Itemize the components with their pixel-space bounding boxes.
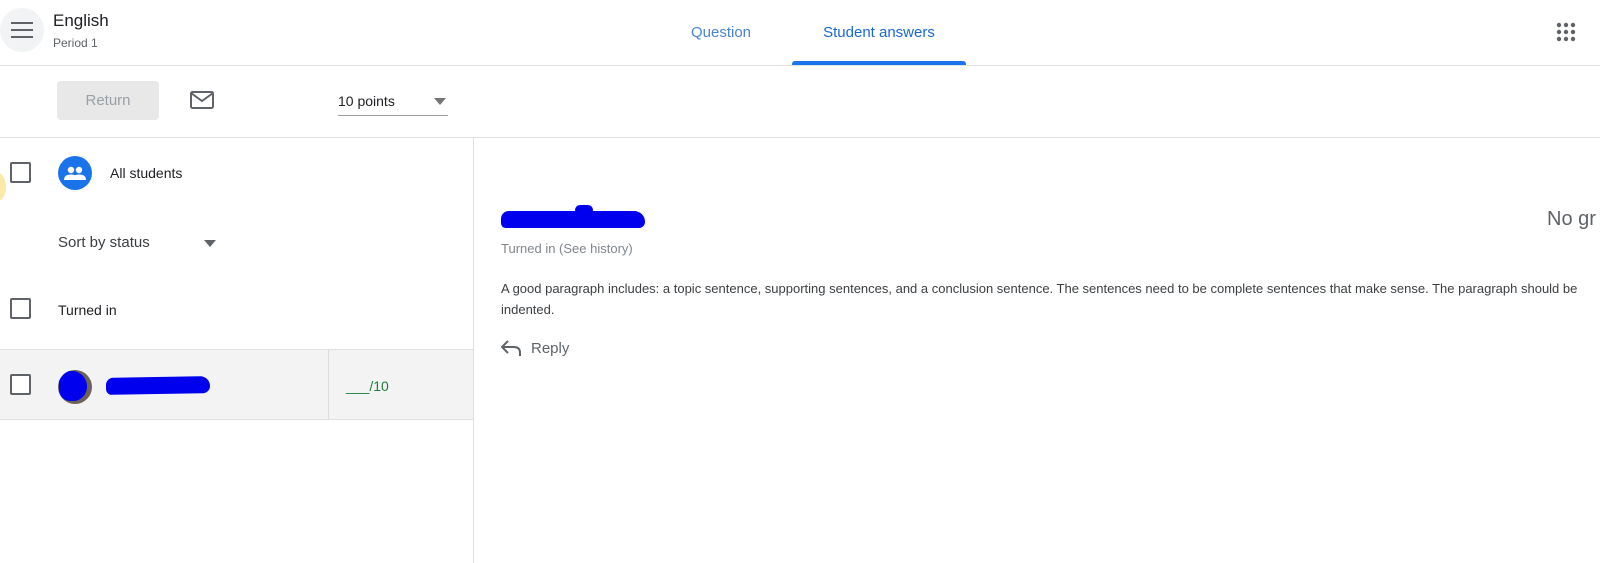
dropdown-arrow-icon — [434, 98, 446, 105]
classroom-grading-page: English Period 1 Question Student answer… — [0, 0, 1600, 563]
class-title[interactable]: English — [53, 11, 109, 31]
turned-in-status-link[interactable]: Turned in (See history) — [501, 241, 633, 256]
redacted-student-name — [105, 376, 211, 395]
active-tab-indicator — [792, 61, 966, 65]
redaction-mark — [59, 371, 87, 401]
grade-status: No gr — [1547, 208, 1596, 230]
student-grade-field[interactable]: ___/10 — [346, 378, 389, 394]
hamburger-menu-icon — [11, 22, 33, 38]
turned-in-group-label: Turned in — [58, 302, 117, 318]
main-menu-button[interactable] — [0, 8, 44, 52]
cursor-highlight — [0, 172, 6, 202]
row-divider — [328, 350, 329, 419]
student-answer-text: A good paragraph includes: a topic sente… — [501, 281, 1578, 317]
sort-label: Sort by status — [58, 234, 150, 251]
select-turned-in-checkbox[interactable] — [10, 298, 31, 319]
student-avatar — [58, 370, 92, 404]
students-list-panel: All students Sort by status Turned in __… — [0, 138, 474, 563]
email-icon — [190, 91, 214, 109]
grading-toolbar: Return 10 points — [0, 66, 1600, 138]
tab-student-answers[interactable]: Student answers — [792, 0, 966, 65]
apps-button[interactable] — [1548, 14, 1584, 50]
all-students-avatar — [58, 156, 92, 190]
points-dropdown[interactable]: 10 points — [338, 86, 448, 116]
select-all-checkbox[interactable] — [10, 162, 31, 183]
student-answer-panel: No gr Turned in (See history) A good par… — [475, 138, 1600, 563]
all-students-label[interactable]: All students — [110, 165, 182, 181]
student-row[interactable]: ___/10 — [0, 349, 473, 420]
top-bar: English Period 1 Question Student answer… — [0, 0, 1600, 66]
sort-by-dropdown[interactable]: Sort by status — [58, 230, 218, 260]
apps-grid-icon — [1556, 22, 1576, 42]
return-button[interactable]: Return — [57, 81, 159, 120]
reply-label: Reply — [531, 339, 570, 357]
people-group-icon — [64, 166, 86, 180]
tab-question[interactable]: Question — [678, 0, 764, 65]
points-value: 10 points — [338, 93, 395, 109]
email-students-button[interactable] — [188, 88, 216, 112]
reply-arrow-icon — [501, 340, 521, 356]
reply-button[interactable]: Reply — [501, 336, 569, 360]
class-section: Period 1 — [53, 36, 98, 50]
redacted-student-name — [501, 211, 645, 228]
dropdown-arrow-icon — [204, 240, 216, 247]
student-checkbox[interactable] — [10, 374, 31, 395]
